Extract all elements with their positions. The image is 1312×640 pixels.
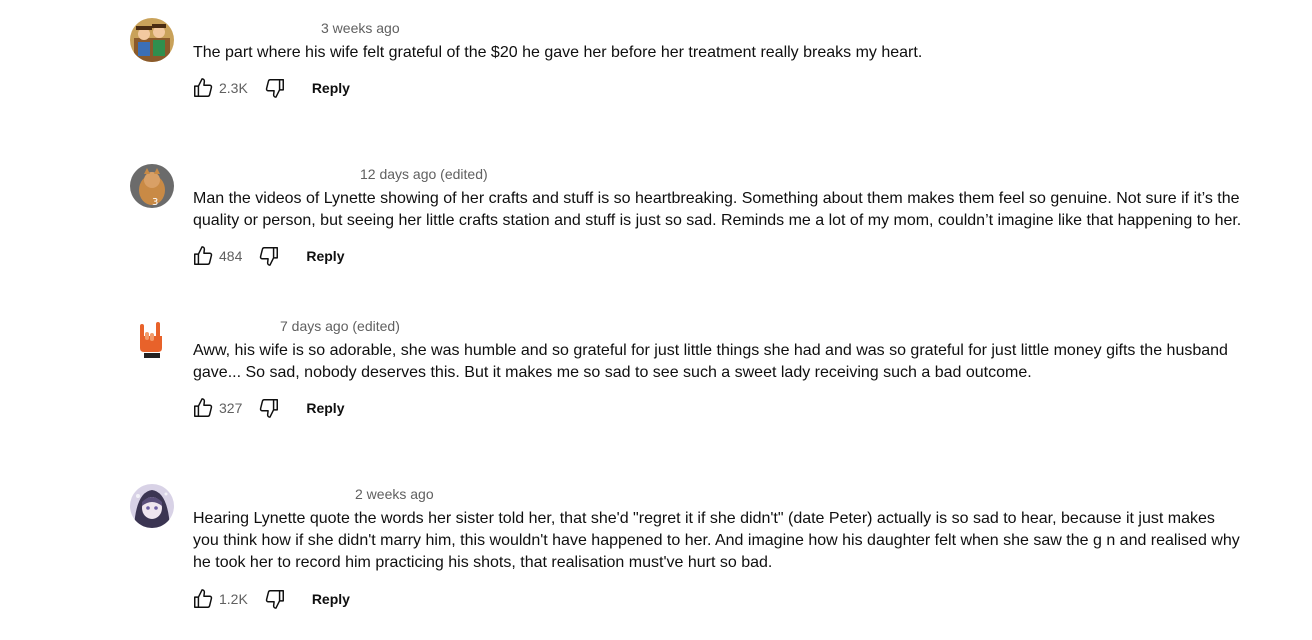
avatar[interactable] (130, 18, 174, 62)
thumbs-down-icon (260, 247, 279, 266)
comment-actions: 484 Reply (190, 243, 344, 269)
thumbs-up-icon (194, 398, 213, 417)
avatar[interactable] (130, 316, 174, 360)
thumbs-down-icon (265, 590, 284, 609)
comment-timestamp[interactable]: 2 weeks ago (355, 484, 434, 504)
avatar[interactable]: 3 (130, 164, 174, 208)
thumbs-down-icon (260, 399, 279, 418)
thumbs-up-icon (194, 589, 213, 608)
like-count: 327 (219, 400, 243, 416)
dislike-button[interactable] (256, 243, 282, 269)
comment-actions: 1.2K Reply (190, 586, 350, 612)
thumbs-up-icon (194, 78, 213, 97)
like-button[interactable] (190, 395, 216, 421)
reply-button[interactable]: Reply (312, 591, 350, 607)
like-count: 484 (219, 248, 243, 264)
comment-timestamp[interactable]: 3 weeks ago (321, 18, 400, 38)
comment-actions: 2.3K Reply (190, 75, 350, 101)
reply-button[interactable]: Reply (312, 80, 350, 96)
thumbs-up-icon (194, 246, 213, 265)
comment-timestamp[interactable]: 7 days ago (edited) (280, 316, 400, 336)
reply-button[interactable]: Reply (306, 400, 344, 416)
thumbs-down-icon (265, 79, 284, 98)
like-count: 1.2K (219, 591, 248, 607)
avatar[interactable] (130, 484, 174, 528)
like-count: 2.3K (219, 80, 248, 96)
comment-actions: 327 Reply (190, 395, 344, 421)
dislike-button[interactable] (262, 586, 288, 612)
like-button[interactable] (190, 75, 216, 101)
svg-text:3: 3 (152, 197, 158, 208)
comment-text: Aww, his wife is so adorable, she was hu… (193, 342, 1228, 381)
comment-text: Man the videos of Lynette showing of her… (193, 190, 1242, 229)
comment-timestamp[interactable]: 12 days ago (edited) (360, 164, 488, 184)
dislike-button[interactable] (262, 75, 288, 101)
reply-button[interactable]: Reply (306, 248, 344, 264)
like-button[interactable] (190, 586, 216, 612)
comment-text: The part where his wife felt grateful of… (193, 44, 923, 61)
like-button[interactable] (190, 243, 216, 269)
comment-text: Hearing Lynette quote the words her sist… (193, 510, 1240, 571)
dislike-button[interactable] (256, 395, 282, 421)
